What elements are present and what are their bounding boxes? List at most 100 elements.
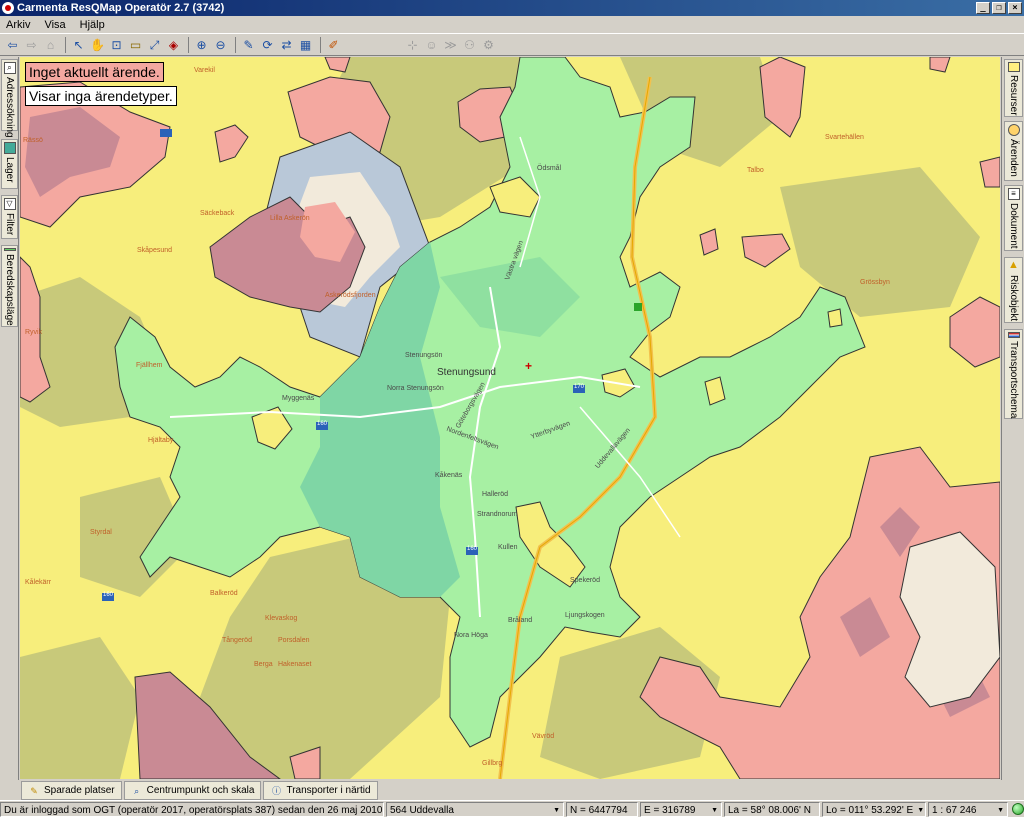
place-label: Bråland	[508, 617, 533, 624]
station-select[interactable]: 564 Uddevalla ▼	[386, 801, 564, 817]
scale-select[interactable]: 1 : 67 246 ▼	[928, 801, 1008, 817]
center-point-marker: +	[525, 359, 533, 373]
right-tab-panel: Resurser Ärenden ≡ Dokument ▲ Riskobjekt…	[1001, 57, 1024, 780]
tab-filter[interactable]: ▽ Filter	[1, 195, 18, 239]
layers-icon	[3, 142, 16, 154]
toolbar-separator	[235, 37, 236, 53]
east-coordinate-select[interactable]: E = 316789 ▼	[640, 801, 722, 817]
tab-riskobjekt[interactable]: ▲ Riskobjekt	[1004, 257, 1023, 323]
map-view[interactable]: Inget aktuellt ärende. Visar inga ärende…	[20, 57, 1000, 779]
tab-beredskapslage[interactable]: Beredskapsläge	[1, 245, 18, 327]
place-label: Vävröd	[532, 733, 555, 740]
menu-hjalp[interactable]: Hjälp	[80, 19, 105, 31]
road-number: 160	[467, 546, 478, 552]
settings-icon[interactable]: ⚙	[480, 37, 497, 54]
title-bar: Carmenta ResQMap Operatör 2.7 (3742) _ ❐…	[0, 0, 1024, 16]
place-label: Klevaskog	[265, 615, 298, 622]
dropdown-arrow-icon: ▼	[997, 806, 1004, 814]
pen-icon[interactable]: ✎	[240, 37, 257, 54]
tab-adressokning[interactable]: ⌕ Adressökning	[1, 59, 18, 138]
road-number: 160	[103, 592, 114, 598]
toolbar-separator	[320, 37, 321, 53]
road-number: 170	[574, 384, 585, 390]
map-refresh-icon[interactable]: ⟳	[259, 37, 276, 54]
toolbar-separator	[65, 37, 66, 53]
place-label: Gillbrg	[482, 760, 503, 767]
eraser-icon[interactable]: ✐	[325, 37, 342, 54]
place-label: Hakenaset	[278, 661, 312, 668]
minimize-button[interactable]: _	[976, 2, 990, 14]
signal-icon[interactable]: ≫	[442, 37, 459, 54]
left-tab-panel: ⌕ Adressökning Lager ▽ Filter Beredskaps…	[0, 57, 19, 780]
cases-icon	[1007, 124, 1020, 136]
pointer-icon[interactable]: ↖	[70, 37, 87, 54]
home-icon[interactable]: ⌂	[42, 37, 59, 54]
place-label: Hjältaby	[148, 437, 174, 444]
gps-icon[interactable]: ⊹	[404, 37, 421, 54]
map-sync-icon[interactable]: ⇄	[278, 37, 295, 54]
tab-centrumpunkt-och-skala[interactable]: ⌕ Centrumpunkt och skala	[123, 781, 262, 800]
no-case-alert: Inget aktuellt ärende.	[25, 62, 164, 82]
app-logo-icon	[2, 2, 14, 14]
restore-button[interactable]: ❐	[992, 2, 1006, 14]
place-label: Rässö	[23, 137, 43, 144]
status-bar: Du är inloggad som OGT (operatör 2017, o…	[0, 800, 1024, 817]
place-label: Kålekärr	[25, 579, 52, 586]
latitude-readout: La = 58° 08.006' N	[724, 801, 820, 817]
place-label: Ryvik	[25, 329, 43, 336]
tab-transporter-i-nartid[interactable]: ⓘ Transporter i närtid	[263, 781, 378, 800]
tab-resurser[interactable]: Resurser	[1004, 59, 1023, 117]
warning-triangle-icon: ▲	[1008, 259, 1019, 271]
longitude-select[interactable]: Lo = 011° 53.292' E ▼	[822, 801, 926, 817]
back-arrow-icon[interactable]: ⇦	[4, 37, 21, 54]
town-label: Stenungsund	[437, 367, 496, 378]
forward-arrow-icon[interactable]: ⇨	[23, 37, 40, 54]
menu-arkiv[interactable]: Arkiv	[6, 19, 30, 31]
place-label: Tångeröd	[222, 637, 252, 644]
tab-lager[interactable]: Lager	[1, 139, 18, 189]
toolbar: ⇦ ⇨ ⌂ ↖ ✋ ⊡ ▭ ⤢ ◈ ⊕ ⊖ ✎ ⟳ ⇄ ▦ ✐ ⊹ ☺ ≫ ⚇ …	[0, 35, 1024, 56]
person-icon[interactable]: ☺	[423, 37, 440, 54]
place-label: Nora Höga	[454, 632, 488, 639]
map-canvas[interactable]	[20, 57, 1000, 779]
document-icon: ≡	[1007, 188, 1020, 200]
login-status: Du är inloggad som OGT (operatör 2017, o…	[0, 801, 384, 817]
center-scale-icon: ⌕	[134, 785, 140, 796]
north-coordinate: N = 6447794	[566, 801, 638, 817]
place-label: Lilla Askerön	[270, 215, 310, 222]
tab-transportschema[interactable]: Transportschema	[1004, 329, 1023, 419]
place-label: Ljungskogen	[565, 612, 605, 619]
place-label: Kullen	[498, 544, 518, 551]
place-label: Svartehällen	[825, 134, 864, 141]
place-label: Talbo	[747, 167, 764, 174]
connection-status-icon	[1012, 803, 1024, 815]
place-label: Grössbyn	[860, 279, 890, 286]
tab-dokument[interactable]: ≡ Dokument	[1004, 185, 1023, 251]
place-label: Askeröds­fjorden	[325, 292, 376, 299]
place-label: Strandnorum	[477, 511, 518, 518]
dropdown-arrow-icon: ▼	[711, 806, 718, 814]
zoom-in-icon[interactable]: ⊕	[193, 37, 210, 54]
place-label: Styrdal	[90, 529, 112, 536]
place-label: Spekeröd	[570, 577, 600, 584]
layer-icon[interactable]: ◈	[165, 37, 182, 54]
close-button[interactable]: ×	[1008, 2, 1022, 14]
map-layers-icon[interactable]: ▦	[297, 37, 314, 54]
scale-icon[interactable]: ⤢	[146, 37, 163, 54]
menu-visa[interactable]: Visa	[44, 19, 65, 31]
measure-icon[interactable]: ▭	[127, 37, 144, 54]
dropdown-arrow-icon: ▼	[917, 806, 925, 814]
place-label: Stenungsön	[405, 352, 443, 359]
tab-sparade-platser[interactable]: ✎ Sparade platser	[21, 781, 122, 800]
pan-hand-icon[interactable]: ✋	[89, 37, 106, 54]
schedule-icon	[1007, 332, 1020, 338]
place-label: Ödsmål	[537, 165, 562, 172]
people-icon[interactable]: ⚇	[461, 37, 478, 54]
zoom-rectangle-icon[interactable]: ⊡	[108, 37, 125, 54]
zoom-out-icon[interactable]: ⊖	[212, 37, 229, 54]
window-title: Carmenta ResQMap Operatör 2.7 (3742)	[17, 2, 225, 14]
menu-bar: Arkiv Visa Hjälp	[0, 16, 1024, 34]
place-label: Berga	[254, 661, 273, 668]
tab-arenden[interactable]: Ärenden	[1004, 121, 1023, 181]
filter-icon: ▽	[3, 198, 16, 210]
